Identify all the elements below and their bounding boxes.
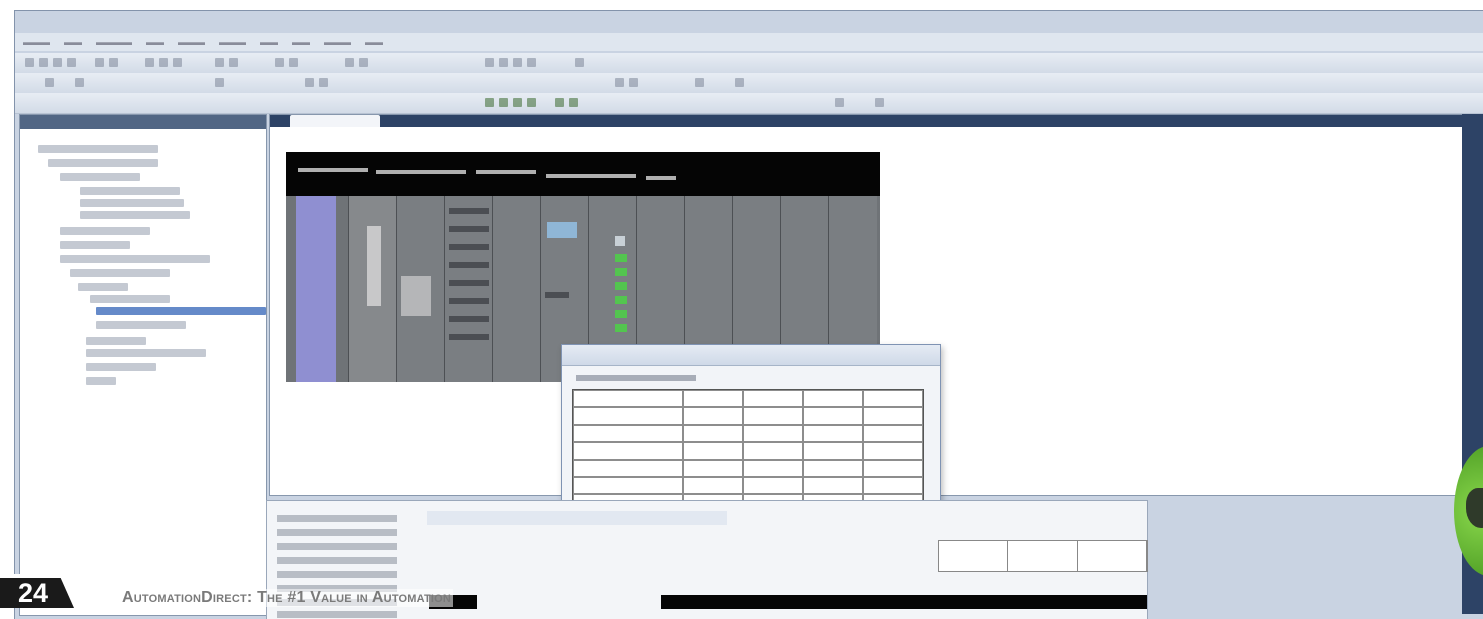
toolbar-button[interactable] <box>39 58 48 67</box>
toolbar-button[interactable] <box>615 78 624 87</box>
editor-tab-active[interactable] <box>290 115 380 127</box>
toolbar-button[interactable] <box>499 58 508 67</box>
toolbar-button[interactable] <box>229 58 238 67</box>
toolbar-button[interactable] <box>735 78 744 87</box>
toolbar-button[interactable] <box>145 58 154 67</box>
toolbar-button[interactable] <box>513 58 522 67</box>
toolbar-button[interactable] <box>305 78 314 87</box>
toolbar-button[interactable] <box>345 58 354 67</box>
toolbar-button[interactable] <box>109 58 118 67</box>
tree-item[interactable] <box>78 283 128 291</box>
menu-item-placeholder[interactable]: ▬▬▬▬ <box>96 37 132 47</box>
tree-item[interactable] <box>86 377 116 385</box>
toolbar-button[interactable] <box>575 58 584 67</box>
tree-item[interactable] <box>90 295 170 303</box>
footer-tagline: AutomationDirect: The #1 Value in Automa… <box>120 589 454 607</box>
tree-item[interactable] <box>86 349 206 357</box>
menu-item-placeholder[interactable]: ▬▬▬ <box>23 37 50 47</box>
toolbar-button[interactable] <box>45 78 54 87</box>
toolbar-button[interactable] <box>275 58 284 67</box>
rack-slot[interactable] <box>444 196 493 382</box>
toolbar-row-1 <box>15 53 1483 74</box>
toolbar-button[interactable] <box>555 98 564 107</box>
toolbar-button[interactable] <box>215 78 224 87</box>
toolbar-button[interactable] <box>527 58 536 67</box>
tree-item[interactable] <box>60 241 130 249</box>
menu-item-placeholder[interactable]: ▬▬ <box>260 37 278 47</box>
toolbar-button[interactable] <box>359 58 368 67</box>
toolbar-button[interactable] <box>629 78 638 87</box>
tree-item[interactable] <box>60 255 210 263</box>
rack-slot[interactable] <box>492 196 541 382</box>
tree-item[interactable] <box>38 145 158 153</box>
list-item[interactable] <box>277 571 397 578</box>
toolbar-button[interactable] <box>75 78 84 87</box>
menu-bar: ▬▬▬ ▬▬ ▬▬▬▬ ▬▬ ▬▬▬ ▬▬▬ ▬▬ ▬▬ ▬▬▬ ▬▬ <box>15 33 1483 51</box>
menu-item-placeholder[interactable]: ▬▬▬ <box>219 37 246 47</box>
toolbar-button[interactable] <box>173 58 182 67</box>
tree-item-selected[interactable] <box>96 307 266 315</box>
toolbar-button[interactable] <box>159 58 168 67</box>
toolbar-button[interactable] <box>835 98 844 107</box>
menu-item-placeholder[interactable]: ▬▬ <box>146 37 164 47</box>
list-item[interactable] <box>277 611 397 618</box>
toolbar-button[interactable] <box>95 58 104 67</box>
tree-item[interactable] <box>80 187 180 195</box>
toolbar-button[interactable] <box>499 98 508 107</box>
editor-tab-bar <box>270 115 1470 127</box>
list-item[interactable] <box>277 557 397 564</box>
bottom-tab-strip[interactable] <box>427 511 727 525</box>
tree-item[interactable] <box>86 337 146 345</box>
toolbar-button[interactable] <box>67 58 76 67</box>
menu-item-placeholder[interactable]: ▬▬▬ <box>324 37 351 47</box>
list-item[interactable] <box>277 529 397 536</box>
dialog-subtitle <box>576 375 696 381</box>
bottom-grid-header <box>938 540 1148 572</box>
toolbar-button[interactable] <box>319 78 328 87</box>
toolbar-button[interactable] <box>569 98 578 107</box>
tree-item[interactable] <box>80 199 184 207</box>
toolbar-button[interactable] <box>289 58 298 67</box>
toolbar-button[interactable] <box>513 98 522 107</box>
dialog-title-bar <box>562 345 940 366</box>
tree-item[interactable] <box>70 269 170 277</box>
status-bar-block <box>661 595 1147 609</box>
toolbar-button[interactable] <box>215 58 224 67</box>
toolbar-row-3 <box>15 93 1483 114</box>
toolbar-button[interactable] <box>53 58 62 67</box>
rack-slot[interactable] <box>396 196 445 382</box>
list-item[interactable] <box>277 515 397 522</box>
list-item[interactable] <box>277 543 397 550</box>
toolbar-row-2 <box>15 73 1483 94</box>
project-tree-panel <box>19 114 267 616</box>
toolbar-button[interactable] <box>485 98 494 107</box>
toolbar-button[interactable] <box>485 58 494 67</box>
rack-slot-cpu[interactable] <box>348 196 397 382</box>
menu-item-placeholder[interactable]: ▬▬ <box>292 37 310 47</box>
rack-header <box>286 152 880 196</box>
toolbar-button[interactable] <box>695 78 704 87</box>
menu-item-placeholder[interactable]: ▬▬ <box>64 37 82 47</box>
project-tree-header <box>20 115 266 129</box>
tree-item[interactable] <box>48 159 158 167</box>
tree-item[interactable] <box>60 227 150 235</box>
tree-item[interactable] <box>86 363 156 371</box>
catalog-page: ▬▬▬ ▬▬ ▬▬▬▬ ▬▬ ▬▬▬ ▬▬▬ ▬▬ ▬▬ ▬▬▬ ▬▬ 24 A… <box>0 0 1483 619</box>
toolbar-button[interactable] <box>527 98 536 107</box>
menu-item-placeholder[interactable]: ▬▬▬ <box>178 37 205 47</box>
menu-item-placeholder[interactable]: ▬▬ <box>365 37 383 47</box>
tree-item[interactable] <box>60 173 140 181</box>
power-supply-module[interactable] <box>296 196 336 382</box>
tree-item[interactable] <box>80 211 190 219</box>
toolbar-button[interactable] <box>875 98 884 107</box>
toolbar-button[interactable] <box>25 58 34 67</box>
tree-item[interactable] <box>96 321 186 329</box>
